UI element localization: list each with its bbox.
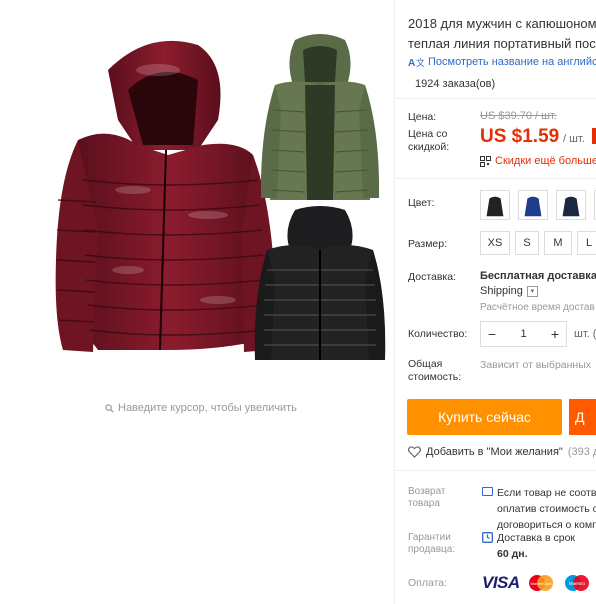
price-unit: / шт. [563,133,585,145]
svg-text:MasterCard: MasterCard [531,581,552,586]
total-label: Общая стоимость: [408,358,462,383]
translate-link[interactable]: A文 Посмотреть название на английс [408,56,596,68]
quantity-unit: шт. (( [574,328,596,340]
heart-icon [408,446,421,458]
size-label: Размер: [408,238,448,250]
mastercard-logo: MasterCard [529,575,553,591]
jacket-thumbnail-icon [524,196,542,217]
returns-icon [482,487,493,496]
divider [396,470,596,471]
guarantee-label: Гарантии продавца: [408,532,456,555]
original-price: US $39.70 / шт. [480,110,557,122]
quantity-decrease-button[interactable]: − [481,326,503,342]
discount-price-label: Цена со скидкой: [408,128,450,153]
total-value: Зависит от выбранных [480,359,592,371]
discount-price: US $1.59 [480,126,560,147]
zoom-hint: Наведите курсор, чтобы увеличить [105,402,297,414]
jacket-thumbnail-icon [486,196,504,217]
magnifier-icon [105,403,114,413]
returns-policy: Если товар не соотв оплатив стоимость о … [497,487,596,531]
svg-text:文: 文 [416,57,424,68]
jacket-thumbnail-icon [562,196,580,217]
qr-code-icon [480,155,491,167]
chevron-down-icon[interactable]: ▾ [526,285,538,297]
color-swatch-navy[interactable] [556,190,586,220]
visa-logo: VISA [482,573,520,592]
color-swatch-black[interactable] [480,190,510,220]
returns-label: Возврат товара [408,486,446,509]
clock-icon [482,532,493,543]
quantity-label: Количество: [408,328,468,340]
divider [394,0,395,604]
product-title: 2018 для мужчин с капюшоном теплая линия… [408,16,596,51]
guarantee-info: Доставка в срок 60 дн. [497,532,576,560]
shipping-label: Доставка: [408,271,457,283]
shipping-method: Бесплатная доставка в [480,270,596,282]
payment-label: Оплата: [408,577,448,589]
divider [396,98,596,99]
quantity-increase-button[interactable]: + [544,326,566,342]
svg-text:Maestro: Maestro [569,581,586,586]
quantity-input[interactable]: 1 [503,328,544,340]
divider [396,178,596,179]
quantity-stepper: − 1 + [480,321,567,347]
shipping-selector[interactable]: Shipping ▾ [480,285,538,297]
color-label: Цвет: [408,197,435,209]
maestro-logo: Maestro [565,575,589,591]
size-option-m[interactable]: M [544,231,572,255]
svg-text:A: A [408,58,415,68]
price-label: Цена: [408,111,437,123]
delivery-estimate: Расчётное время достав [480,302,595,313]
add-to-wishlist-link[interactable]: Добавить в "Мои желания" (393 до [408,446,596,458]
black-variant-image[interactable] [245,205,395,365]
translate-icon: A文 [408,57,424,68]
buy-now-button[interactable]: Купить сейчас [407,399,562,435]
size-option-xs[interactable]: XS [480,231,510,255]
green-variant-image[interactable] [245,30,395,208]
wishlist-count: (393 до [567,446,596,458]
product-gallery: Наведите курсор, чтобы увеличить [0,0,395,604]
size-option-s[interactable]: S [515,231,539,255]
add-to-cart-button[interactable]: Д [569,399,596,435]
price-badge [592,128,596,144]
orders-count: 1924 заказа(ов) [415,78,496,90]
color-swatch-blue[interactable] [518,190,548,220]
size-option-l[interactable]: L [577,231,596,255]
more-discounts-link[interactable]: Скидки ещё больше [480,155,596,167]
